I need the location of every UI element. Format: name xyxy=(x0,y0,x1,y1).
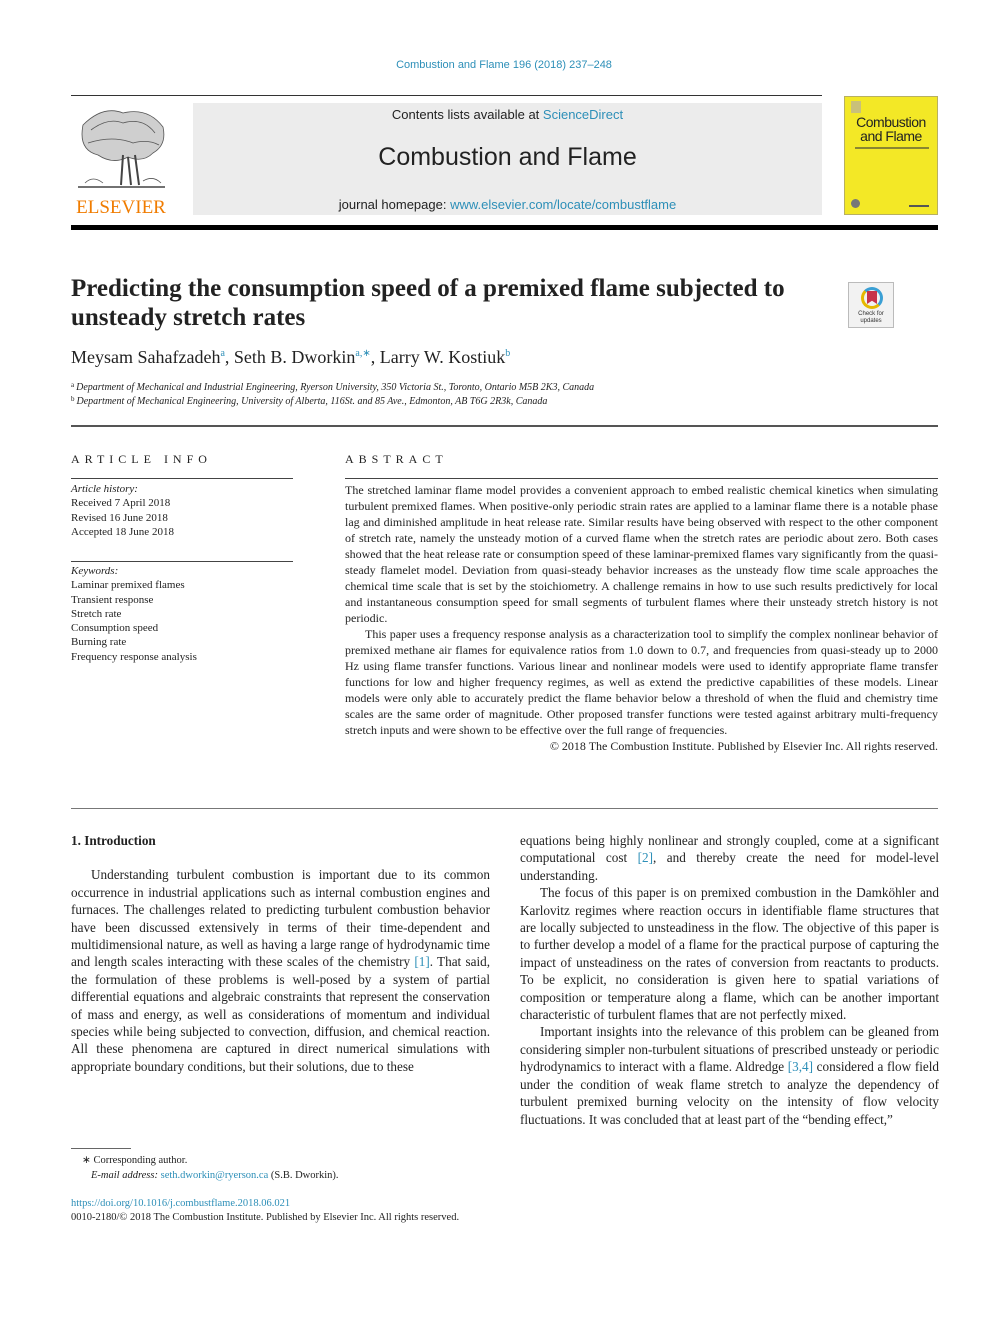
reference-link[interactable]: [2] xyxy=(638,850,653,865)
homepage-prefix: journal homepage: xyxy=(338,197,451,212)
keyword: Stretch rate xyxy=(71,607,122,620)
corresponding-author-note: ∗ Corresponding author. xyxy=(82,1154,187,1166)
body-paragraph: Understanding turbulent combustion is im… xyxy=(71,866,490,1075)
author-name[interactable]: Seth B. Dworkin xyxy=(234,347,356,367)
divider xyxy=(71,425,938,427)
affiliation: b Department of Mechanical Engineering, U… xyxy=(71,395,547,407)
divider xyxy=(71,478,293,479)
cover-title-line2: and Flame xyxy=(860,128,922,144)
abstract-copyright: © 2018 The Combustion Institute. Publish… xyxy=(549,739,938,753)
keywords-label: Keywords: xyxy=(71,565,119,577)
author-affiliation-mark[interactable]: a,∗ xyxy=(355,348,370,359)
article-history: Article history: Received 7 April 2018 R… xyxy=(71,482,174,539)
body-text: . That said, the formulation of these pr… xyxy=(71,954,491,1074)
author-list: Meysam Sahafzadeha, Seth B. Dworkina,∗, … xyxy=(71,347,511,367)
keyword: Consumption speed xyxy=(71,622,159,635)
reference-link[interactable]: [3,4] xyxy=(788,1059,813,1074)
author-affiliation-mark[interactable]: b xyxy=(505,348,510,359)
reference-link[interactable]: [1] xyxy=(414,954,429,969)
affiliation-mark: b xyxy=(71,395,75,403)
abstract-heading: ABSTRACT xyxy=(345,452,448,466)
accepted-date: Accepted 18 June 2018 xyxy=(71,525,174,538)
check-for-updates-button[interactable]: Check for updates xyxy=(848,282,894,328)
affiliation-mark: a xyxy=(71,381,75,389)
body-paragraph: equations being highly nonlinear and str… xyxy=(520,832,939,884)
issn-copyright: 0010-2180/© 2018 The Combustion Institut… xyxy=(71,1212,460,1223)
body-paragraph: Important insights into the relevance of… xyxy=(520,1023,939,1127)
body-column-left: 1. Introduction Understanding turbulent … xyxy=(71,832,490,1075)
footnote-text: Corresponding author. xyxy=(93,1155,188,1166)
affiliation-text: Department of Mechanical and Industrial … xyxy=(76,382,595,393)
divider xyxy=(345,478,938,479)
received-date: Received 7 April 2018 xyxy=(71,497,171,510)
abstract-paragraph: This paper uses a frequency response ana… xyxy=(345,627,938,737)
cover-footer xyxy=(909,205,929,207)
contents-line: Contents lists available at ScienceDirec… xyxy=(193,107,822,122)
author-name[interactable]: Larry W. Kostiuk xyxy=(380,347,506,367)
revised-date: Revised 16 June 2018 xyxy=(71,511,168,524)
footnote-mark: ∗ xyxy=(82,1155,91,1166)
elsevier-logo[interactable]: ELSEVIER xyxy=(71,105,171,218)
header-divider xyxy=(71,225,938,230)
abstract-paragraph: The stretched laminar flame model provid… xyxy=(345,483,938,625)
journal-citation-link[interactable]: Combustion and Flame 196 (2018) 237–248 xyxy=(0,59,992,71)
abstract-body: The stretched laminar flame model provid… xyxy=(345,482,938,754)
author-affiliation-mark[interactable]: a xyxy=(220,348,224,359)
cover-publisher-icon xyxy=(851,101,861,113)
cover-subtitle xyxy=(855,147,929,149)
body-paragraph: The focus of this paper is on premixed c… xyxy=(520,885,939,1023)
cover-seal-icon xyxy=(851,199,860,208)
keyword: Burning rate xyxy=(71,636,127,649)
section-heading: 1. Introduction xyxy=(71,833,156,848)
email-link[interactable]: seth.dworkin@ryerson.ca xyxy=(161,1170,269,1181)
email-label: E-mail address: xyxy=(91,1170,158,1181)
doi-link[interactable]: https://doi.org/10.1016/j.combustflame.2… xyxy=(71,1198,290,1209)
keyword: Laminar premixed flames xyxy=(71,579,185,592)
history-label: Article history: xyxy=(71,483,138,495)
divider xyxy=(71,95,822,96)
cover-title-line1: Combustion xyxy=(856,114,926,130)
homepage-link[interactable]: www.elsevier.com/locate/combustflame xyxy=(450,197,676,212)
crossmark-line1: Check for xyxy=(858,311,884,317)
email-suffix: (S.B. Dworkin). xyxy=(268,1170,339,1181)
elsevier-wordmark: ELSEVIER xyxy=(76,197,166,218)
affiliation-text: Department of Mechanical Engineering, Un… xyxy=(76,396,548,407)
email-note: E-mail address: seth.dworkin@ryerson.ca … xyxy=(91,1170,339,1181)
keywords: Keywords: Laminar premixed flames Transi… xyxy=(71,564,197,664)
crossmark-label: Check for updates xyxy=(849,311,893,325)
sciencedirect-link[interactable]: ScienceDirect xyxy=(543,107,623,122)
homepage-line: journal homepage: www.elsevier.com/locat… xyxy=(193,197,822,212)
divider xyxy=(71,808,938,809)
divider xyxy=(71,561,293,562)
keyword: Transient response xyxy=(71,593,154,606)
affiliation: a Department of Mechanical and Industrial… xyxy=(71,381,594,393)
contents-prefix: Contents lists available at xyxy=(391,107,543,122)
article-info-heading: ARTICLE INFO xyxy=(71,452,212,466)
journal-title: Combustion and Flame xyxy=(378,143,637,171)
crossmark-line2: updates xyxy=(860,318,882,324)
article-title: Predicting the consumption speed of a pr… xyxy=(71,275,785,331)
journal-header: Contents lists available at ScienceDirec… xyxy=(193,103,822,215)
journal-cover-thumbnail[interactable]: Combustion and Flame xyxy=(844,96,938,215)
elsevier-tree-icon xyxy=(78,110,165,188)
cover-title: Combustion and Flame xyxy=(845,115,937,143)
footnote-divider xyxy=(71,1148,131,1149)
keyword: Frequency response analysis xyxy=(71,650,197,663)
body-column-right: equations being highly nonlinear and str… xyxy=(520,832,939,1128)
author-name[interactable]: Meysam Sahafzadeh xyxy=(71,347,220,367)
